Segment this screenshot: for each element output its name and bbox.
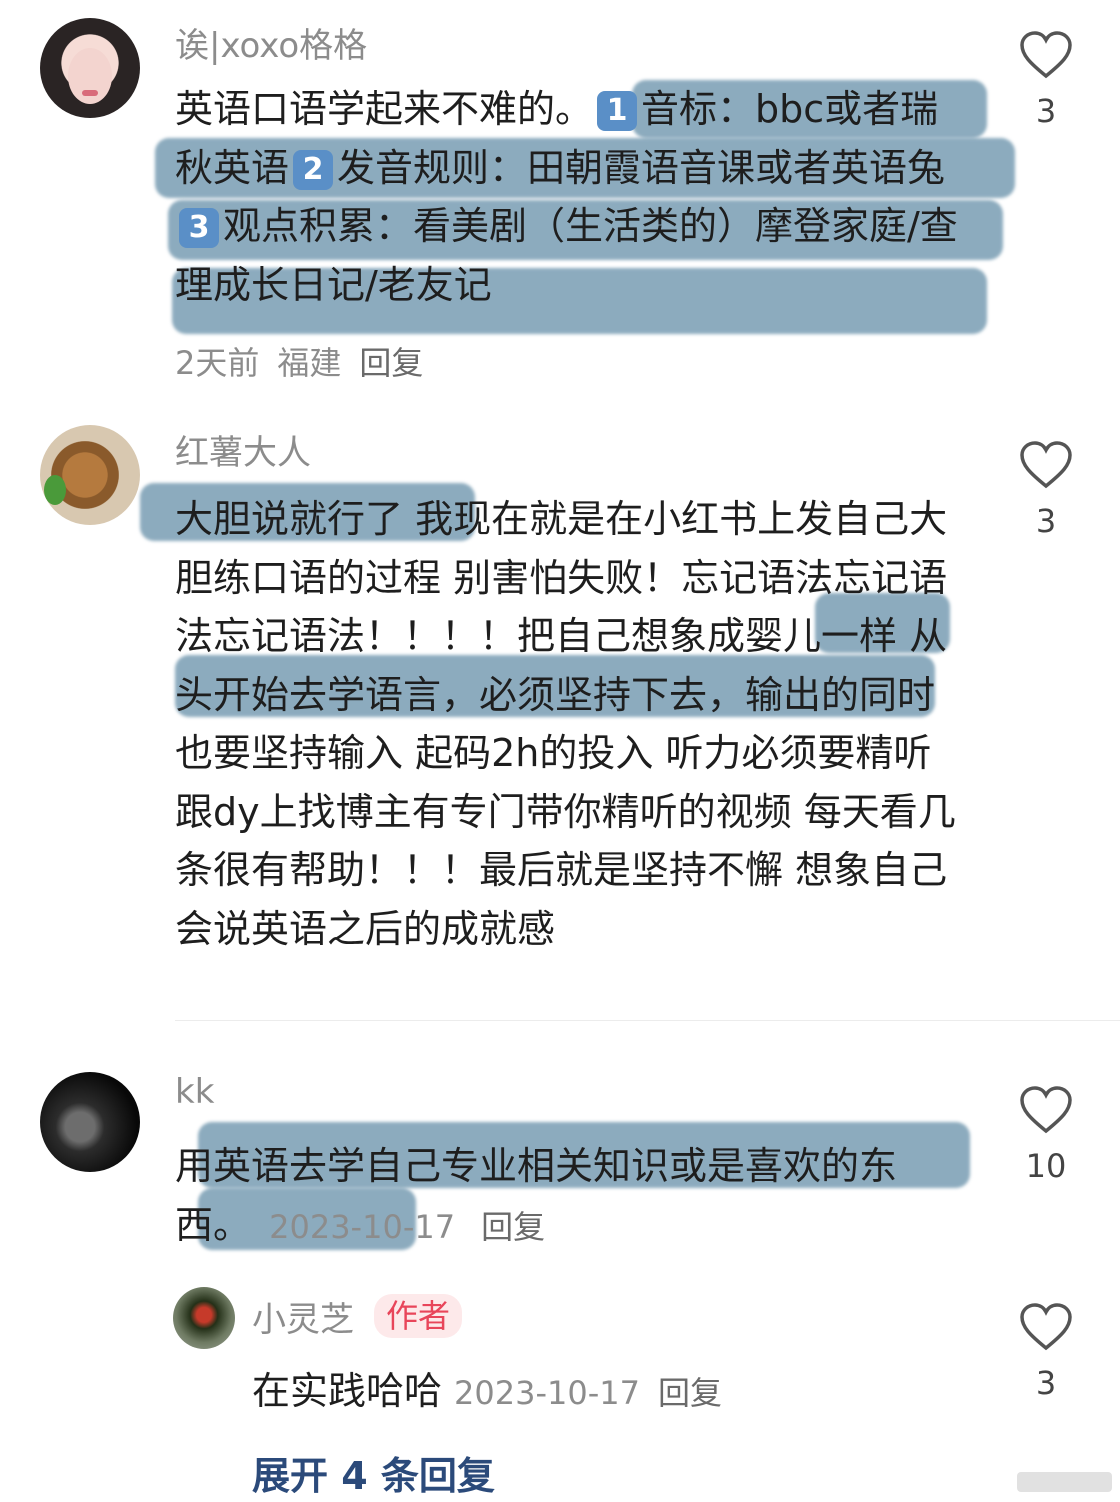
heart-icon [1020, 441, 1072, 489]
comment-username[interactable]: 诶|xoxo格格 [175, 18, 367, 67]
avatar[interactable] [40, 18, 140, 118]
comment-text: 用英语去学自己专业相关知识或是喜欢的东西。 2023-10-17 回复 [175, 1137, 945, 1256]
watermark [1017, 1472, 1112, 1492]
reply-text-row: 在实践哈哈 2023-10-17 回复 [252, 1360, 722, 1415]
reply-username[interactable]: 小灵芝 [252, 1300, 354, 1340]
heart-icon [1020, 1086, 1072, 1134]
author-badge: 作者 [374, 1294, 463, 1338]
reply-button[interactable]: 回复 [658, 1374, 722, 1412]
comment-time: 2天前 [175, 344, 260, 382]
comment-username[interactable]: 红薯大人 [175, 425, 311, 474]
reply-username-row: 小灵芝 作者 [252, 1292, 463, 1341]
like-count: 10 [1025, 1147, 1067, 1185]
like-button[interactable]: 3 [1016, 440, 1076, 540]
like-count: 3 [1035, 92, 1057, 130]
heart-icon [1020, 31, 1072, 79]
avatar[interactable] [173, 1287, 235, 1349]
expand-replies-button[interactable]: 展开 4 条回复 [252, 1445, 495, 1500]
number-one-icon: 1 [597, 91, 638, 131]
comment-meta: 2天前 福建 回复 [175, 338, 441, 384]
like-button[interactable]: 10 [1016, 1085, 1076, 1185]
reply-button[interactable]: 回复 [359, 344, 423, 382]
reply-button[interactable]: 回复 [481, 1208, 545, 1246]
avatar-decoration [44, 475, 66, 505]
avatar-lip [82, 90, 98, 96]
like-button[interactable]: 3 [1016, 30, 1076, 130]
number-two-icon: 2 [293, 149, 334, 190]
comment-text-seg3: 观点积累：看美剧（生活类的）摩登家庭/查理成长日记/老友记 [175, 204, 958, 307]
comment-text: 英语口语学起来不难的。 1 音标：bbc或者瑞秋英语 2 发音规则：田朝霞语音课或者英语… [175, 80, 975, 314]
number-three-icon: 3 [179, 208, 219, 248]
divider [175, 1020, 1120, 1021]
comment-username[interactable]: kk [175, 1072, 214, 1112]
reply-text: 在实践哈哈 [252, 1369, 443, 1413]
comment-text-intro: 英语口语学起来不难的。 [175, 87, 594, 131]
like-count: 3 [1035, 1364, 1057, 1402]
comment-time: 2023-10-17 [269, 1207, 456, 1246]
like-button[interactable]: 3 [1016, 1302, 1076, 1402]
comment-location: 福建 [277, 344, 342, 382]
reply-time: 2023-10-17 [454, 1374, 640, 1412]
like-count: 3 [1035, 502, 1057, 540]
avatar[interactable] [40, 425, 140, 525]
comment-text: 大胆说就行了 我现在就是在小红书上发自己大胆练口语的过程 别害怕失败！忘记语法忘… [175, 497, 956, 951]
comment-text-seg2: 发音规则：田朝霞语音课或者英语兔 [337, 145, 946, 190]
heart-icon [1020, 1303, 1072, 1351]
avatar[interactable] [40, 1072, 140, 1172]
